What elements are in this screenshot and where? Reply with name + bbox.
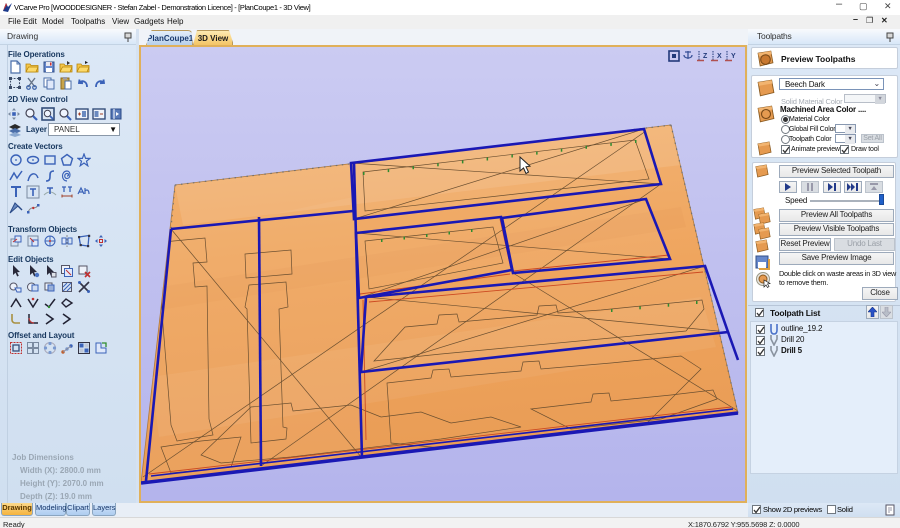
svg-text:X: X [717, 53, 722, 60]
svg-text:Z: Z [703, 53, 708, 60]
svg-text:Y: Y [731, 53, 736, 60]
